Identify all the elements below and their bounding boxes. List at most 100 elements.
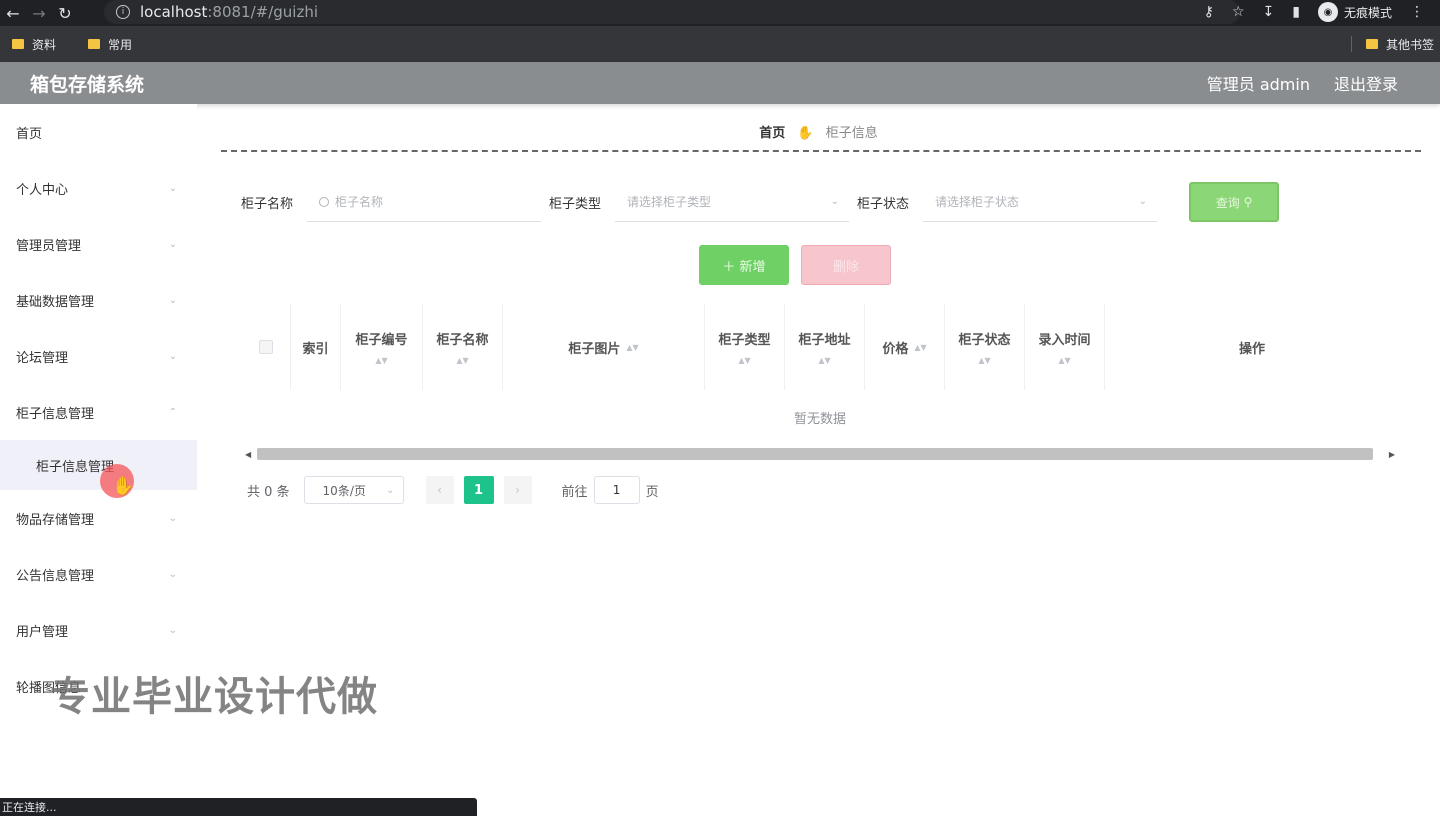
sidebar-item-label: 管理员管理 <box>16 238 82 254</box>
key-icon[interactable]: ⚷ <box>1204 4 1214 20</box>
sidebar-item-label: 首页 <box>16 126 43 142</box>
sort-icon[interactable]: ▲▼ <box>818 356 830 365</box>
folder-icon <box>88 39 101 49</box>
url-path: :8081/#/guizhi <box>207 3 318 21</box>
delete-button[interactable]: 删除 <box>801 245 891 285</box>
sort-icon[interactable]: ▲▼ <box>978 356 990 365</box>
scroll-right-icon[interactable]: ▶ <box>1389 450 1395 459</box>
divider <box>221 150 1421 152</box>
sort-icon[interactable]: ▲▼ <box>375 356 387 365</box>
chevron-down-icon: ⌄ <box>386 484 395 496</box>
scrollbar-thumb[interactable] <box>257 448 1373 460</box>
scroll-left-icon[interactable]: ◀ <box>245 450 251 459</box>
status-select[interactable]: 请选择柜子状态 ⌄ <box>923 182 1158 222</box>
folder-icon <box>1365 39 1378 49</box>
sidebar-item-label: 公告信息管理 <box>16 568 95 584</box>
logout-link[interactable]: 退出登录 <box>1334 71 1398 95</box>
horizontal-scrollbar[interactable]: ◀ ▶ <box>241 447 1399 461</box>
sidebar-item-storage[interactable]: 物品存储管理 ⌄ <box>0 490 197 546</box>
select-all-checkbox-cell <box>241 304 291 390</box>
watermark-text: 专业毕业设计代做 <box>50 674 378 720</box>
url-host: localhost <box>140 3 208 21</box>
chevron-down-icon: ⌄ <box>1138 196 1148 207</box>
chevron-down-icon: ⌄ <box>168 350 177 362</box>
other-bookmarks-label: 其他书签 <box>1385 37 1434 52</box>
current-user: 管理员 admin <box>1206 75 1310 94</box>
address-bar[interactable]: i localhost:8081/#/guizhi <box>104 0 1240 24</box>
column-header[interactable]: 柜子状态 ▲▼ <box>945 304 1025 390</box>
column-header[interactable]: 柜子类型 ▲▼ <box>705 304 785 390</box>
menu-dots-icon[interactable]: ⋮ <box>1410 4 1424 20</box>
sidebar-item-admin[interactable]: 管理员管理 ⌄ <box>0 216 197 272</box>
search-icon: ⚲ <box>1243 195 1253 209</box>
sort-icon[interactable]: ▲▼ <box>738 356 750 365</box>
pagination: 共 0 条 10条/页 ⌄ ‹ 1 › 前往 1 页 <box>247 476 659 504</box>
main-content: 首页 ✋ 柜子信息 柜子名称 柜子名称 柜子类型 请选择柜子类型 ⌄ 柜子状态 … <box>197 104 1440 816</box>
bookmark-label: 资料 <box>32 37 57 52</box>
total-count: 共 0 条 <box>247 484 290 500</box>
page-size-select[interactable]: 10条/页 ⌄ <box>303 476 404 504</box>
chevron-up-icon: ⌃ <box>168 406 177 418</box>
forward-icon[interactable]: → <box>26 0 52 26</box>
add-button[interactable]: ＋ 新增 <box>699 245 789 285</box>
sort-icon[interactable]: ▲▼ <box>914 343 926 352</box>
search-button-label: 查询 <box>1215 195 1240 210</box>
next-page-button[interactable]: › <box>503 476 532 504</box>
bookmarks-bar: 资料 常用 其他书签 <box>0 26 1440 62</box>
sidebar-item-forum[interactable]: 论坛管理 ⌄ <box>0 328 197 384</box>
prev-page-button[interactable]: ‹ <box>425 476 454 504</box>
type-select[interactable]: 请选择柜子类型 ⌄ <box>615 182 850 222</box>
hand-cursor-icon: ✋ <box>112 476 135 497</box>
browser-status-bar: 正在连接... <box>0 798 477 816</box>
column-header[interactable]: 柜子图片 ▲▼ <box>503 304 705 390</box>
sort-icon[interactable]: ▲▼ <box>626 343 638 352</box>
sidebar-item-base-data[interactable]: 基础数据管理 ⌄ <box>0 272 197 328</box>
name-placeholder: 柜子名称 <box>335 195 384 209</box>
goto-label: 前往 <box>561 484 588 500</box>
search-button[interactable]: 查询 ⚲ <box>1189 182 1280 222</box>
site-info-icon[interactable]: i <box>116 5 130 19</box>
download-icon[interactable]: ↧ <box>1263 4 1275 20</box>
reload-icon[interactable]: ↻ <box>52 0 78 26</box>
column-header[interactable]: 录入时间 ▲▼ <box>1025 304 1105 390</box>
sidebar-item-label: 个人中心 <box>16 182 69 198</box>
sidebar-item-cabinet[interactable]: 柜子信息管理 ⌃ <box>0 384 197 440</box>
chevron-down-icon: ⌄ <box>168 294 177 306</box>
page-size-value: 10条/页 <box>322 483 366 498</box>
chevron-down-icon: ⌄ <box>168 624 177 636</box>
column-header: 索引 <box>291 304 341 390</box>
star-icon[interactable]: ☆ <box>1232 4 1245 20</box>
goto-page-input[interactable]: 1 <box>593 476 640 504</box>
column-header[interactable]: 柜子名称 ▲▼ <box>423 304 503 390</box>
page-unit-label: 页 <box>645 484 659 500</box>
other-bookmarks[interactable]: 其他书签 <box>1350 26 1434 62</box>
sidebar-item-home[interactable]: 首页 <box>0 104 197 160</box>
back-icon[interactable]: ← <box>0 0 26 26</box>
bookmark-folder[interactable]: 常用 <box>88 36 132 53</box>
search-form: 柜子名称 柜子名称 柜子类型 请选择柜子类型 ⌄ 柜子状态 请选择柜子状态 ⌄ … <box>241 182 1280 222</box>
chevron-down-icon: ⌄ <box>168 568 177 580</box>
page-number-current[interactable]: 1 <box>463 476 494 504</box>
empty-state: 暂无数据 <box>793 412 846 427</box>
breadcrumb-home[interactable]: 首页 <box>759 126 785 141</box>
type-placeholder: 请选择柜子类型 <box>627 195 712 209</box>
folder-icon <box>12 39 24 49</box>
sidebar-item-users[interactable]: 用户管理 ⌄ <box>0 602 197 658</box>
bookmark-folder[interactable]: 资料 <box>12 36 56 53</box>
sort-icon[interactable]: ▲▼ <box>456 356 468 365</box>
column-header[interactable]: 柜子编号 ▲▼ <box>341 304 423 390</box>
sidebar-item-profile[interactable]: 个人中心 ⌄ <box>0 160 197 216</box>
select-all-checkbox[interactable] <box>258 340 273 354</box>
sort-icon[interactable]: ▲▼ <box>1058 356 1070 365</box>
column-header[interactable]: 价格 ▲▼ <box>865 304 945 390</box>
sidebar-item-notice[interactable]: 公告信息管理 ⌄ <box>0 546 197 602</box>
column-header[interactable]: 柜子地址 ▲▼ <box>785 304 865 390</box>
sidepanel-icon[interactable]: ▮ <box>1292 4 1300 20</box>
hand-separator-icon: ✋ <box>797 126 814 141</box>
submenu-item-cabinet-info[interactable]: 柜子信息管理 ✋ <box>0 440 197 498</box>
chevron-down-icon: ⌄ <box>168 238 177 250</box>
cabinet-table: 索引 柜子编号 ▲▼ 柜子名称 ▲▼ 柜子图片 ▲▼ 柜子类型 ▲▼ 柜子地址 ▲▼ 价格… <box>241 304 1399 460</box>
name-input[interactable]: 柜子名称 <box>307 182 542 222</box>
search-icon <box>319 196 330 207</box>
incognito-badge[interactable]: ◉ 无痕模式 <box>1317 2 1392 22</box>
